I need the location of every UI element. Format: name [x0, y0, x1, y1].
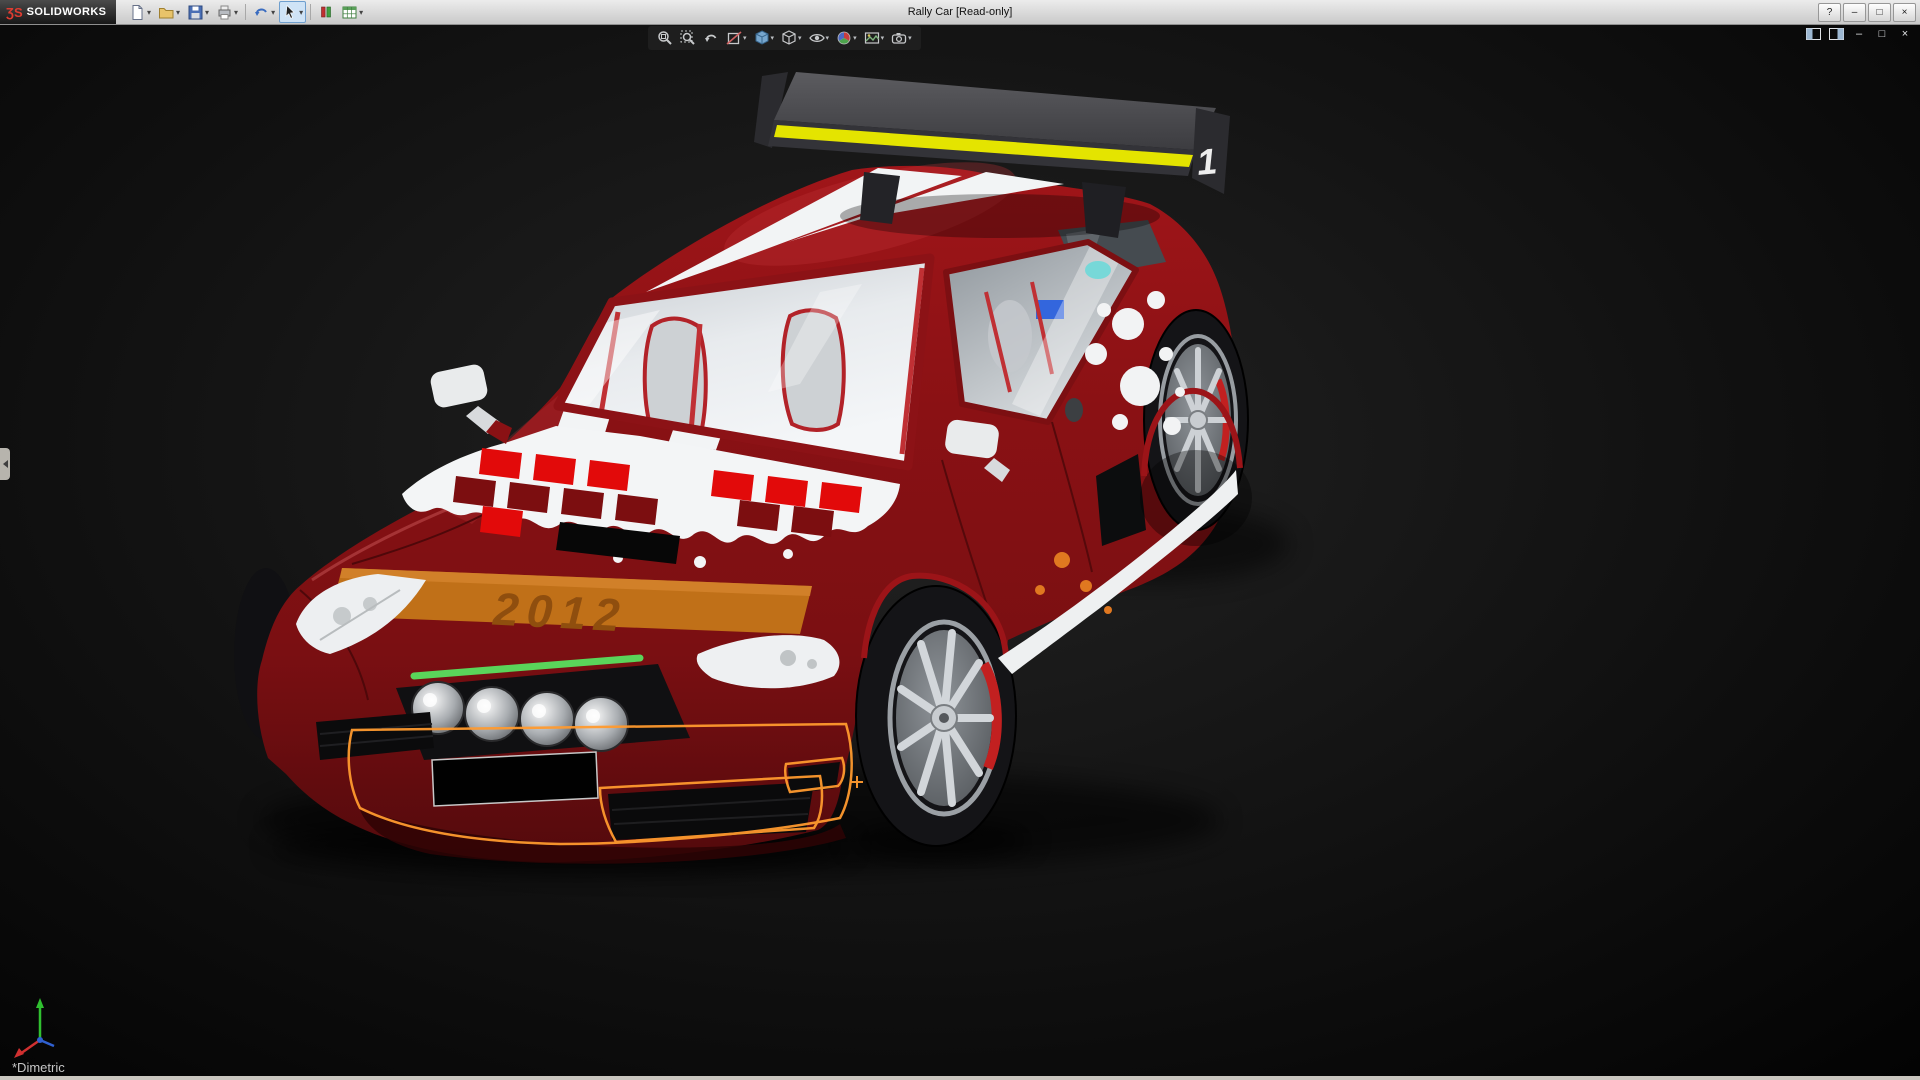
edit-appearance-button[interactable]: ▾ [833, 28, 860, 48]
license-plate [432, 752, 598, 806]
dropdown-caret-icon: ▾ [299, 8, 303, 17]
dropdown-caret-icon: ▾ [853, 34, 857, 42]
undo-button[interactable]: ▾ [250, 1, 278, 23]
view-orientation-button[interactable]: ▾ [751, 28, 778, 48]
collapse-left-arrow-icon [3, 460, 8, 468]
zoom-fit-button[interactable] [654, 28, 676, 48]
orientation-triad [8, 988, 80, 1060]
window-border-bottom [0, 1076, 1920, 1080]
dropdown-caret-icon: ▾ [743, 34, 747, 42]
select-cursor-icon [282, 4, 298, 20]
solidworks-logo-icon: ƷS [6, 5, 23, 20]
app-logo: ƷS SOLIDWORKS [0, 0, 116, 24]
dropdown-caret-icon: ▾ [271, 8, 275, 17]
open-button[interactable]: ▾ [155, 1, 183, 23]
print-icon [216, 4, 233, 21]
feature-panel-collapse-tab[interactable] [0, 448, 10, 480]
save-icon [187, 4, 204, 21]
dropdown-caret-icon: ▾ [881, 34, 885, 42]
close-button[interactable]: × [1893, 3, 1916, 22]
zoom-fit-icon [657, 30, 673, 46]
print-button[interactable]: ▾ [213, 1, 241, 23]
view-orientation-label: *Dimetric [12, 1060, 65, 1075]
doc-close-button[interactable]: × [1896, 26, 1914, 42]
display-style-button[interactable]: ▾ [778, 28, 805, 48]
titlebar: Rally Car [Read-only] ƷS SOLIDWORKS ▾ ▾ … [0, 0, 1920, 25]
minimize-button[interactable]: – [1843, 3, 1866, 22]
pane-right-button[interactable] [1827, 26, 1845, 42]
dropdown-caret-icon: ▾ [826, 34, 830, 42]
design-table-button[interactable]: ▾ [338, 1, 366, 23]
rebuild-icon [318, 4, 334, 20]
view-settings-button[interactable]: ▾ [888, 28, 915, 48]
pane-left-button[interactable] [1804, 26, 1822, 42]
dropdown-caret-icon: ▾ [176, 8, 180, 17]
dropdown-caret-icon: ▾ [359, 8, 363, 17]
doc-restore-button[interactable]: □ [1873, 26, 1891, 42]
main-toolbar: ▾ ▾ ▾ ▾ ▾ [126, 1, 366, 23]
doc-minimize-button[interactable]: – [1850, 26, 1868, 42]
dropdown-caret-icon: ▾ [147, 8, 151, 17]
triad-y-axis [36, 998, 44, 1008]
section-view-button[interactable]: ▾ [723, 28, 750, 48]
3d-model-rally-car[interactable]: 2012 [0, 24, 1920, 1076]
front-right-wheel[interactable] [856, 586, 1016, 846]
dropdown-caret-icon: ▾ [205, 8, 209, 17]
save-button[interactable]: ▾ [184, 1, 212, 23]
previous-view-button[interactable] [700, 28, 722, 48]
pane-left-icon [1806, 28, 1821, 40]
toolbar-separator [245, 4, 246, 20]
view-settings-icon [891, 30, 907, 46]
new-document-icon [129, 4, 146, 21]
app-window-controls: ? – □ × [1818, 3, 1916, 22]
dropdown-caret-icon: ▾ [234, 8, 238, 17]
left-mirror[interactable] [429, 363, 512, 444]
hide-show-items-icon [809, 30, 825, 46]
previous-view-icon [703, 30, 719, 46]
apply-scene-icon [864, 30, 880, 46]
zoom-area-button[interactable] [677, 28, 699, 48]
rebuild-button[interactable] [315, 1, 337, 23]
dropdown-caret-icon: ▾ [771, 34, 775, 42]
dropdown-caret-icon: ▾ [798, 34, 802, 42]
help-button[interactable]: ? [1818, 3, 1841, 22]
select-button[interactable]: ▾ [279, 1, 306, 23]
undo-icon [253, 4, 270, 21]
triad-x-axis [14, 1048, 24, 1058]
document-window-controls: – □ × [1804, 26, 1914, 42]
triad-z-axis [37, 1037, 43, 1043]
new-document-button[interactable]: ▾ [126, 1, 154, 23]
year-decal: 2012 [491, 582, 629, 641]
zoom-area-icon [680, 30, 696, 46]
race-number-decal: 1 [1195, 140, 1219, 183]
edit-appearance-icon [836, 30, 852, 46]
dropdown-caret-icon: ▾ [908, 34, 912, 42]
design-table-icon [341, 4, 358, 21]
section-view-icon [726, 30, 742, 46]
hide-show-items-button[interactable]: ▾ [806, 28, 833, 48]
display-style-icon [781, 30, 797, 46]
restore-button[interactable]: □ [1868, 3, 1891, 22]
view-orientation-icon [754, 30, 770, 46]
toolbar-separator [310, 4, 311, 20]
graphics-viewport[interactable]: 2012 [0, 24, 1920, 1076]
pane-right-icon [1829, 28, 1844, 40]
open-folder-icon [158, 4, 175, 21]
brand-name: SOLIDWORKS [27, 6, 107, 18]
door-handle [1065, 398, 1083, 422]
apply-scene-button[interactable]: ▾ [861, 28, 888, 48]
headsup-view-toolbar: ▾ ▾ ▾ ▾ ▾ [648, 26, 921, 50]
